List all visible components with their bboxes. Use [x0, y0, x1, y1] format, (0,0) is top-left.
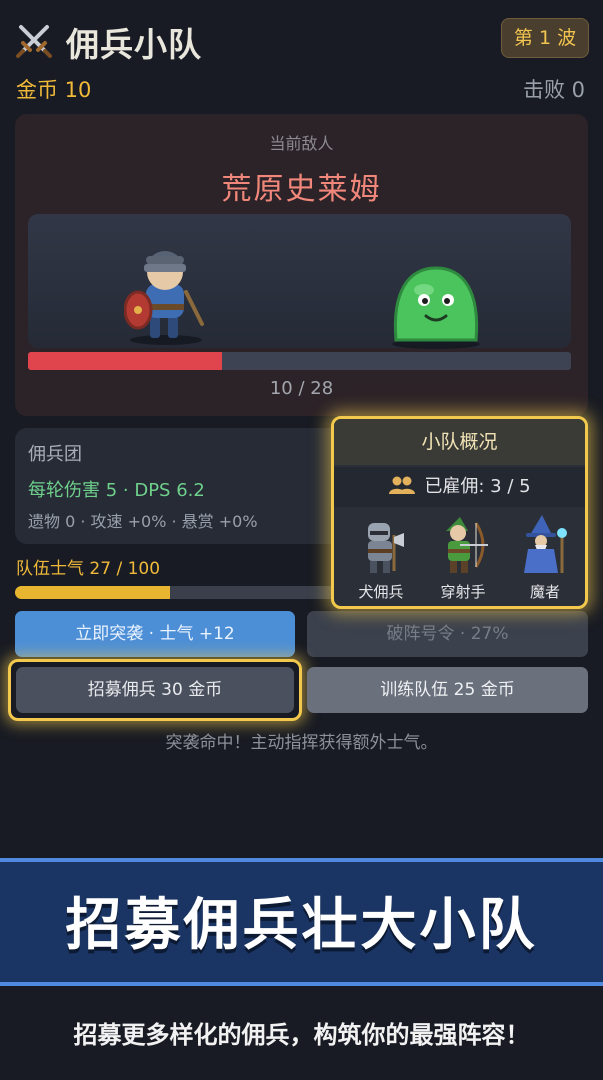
promo-banner-title: 招募佣兵壮大小队 [65, 893, 538, 958]
knight-sprite [124, 251, 204, 345]
train-button[interactable]: 训练队伍 25 金币 [307, 667, 588, 713]
enemy-hp-bar [28, 352, 571, 370]
mercenary-title: 佣兵团 [28, 444, 82, 465]
enemy-panel: 当前敌人 荒原史莱姆 10 / 28 [15, 114, 588, 416]
enemy-hp-fill [28, 352, 222, 370]
break-formation-button[interactable]: 破阵号令 · 27% [307, 611, 588, 657]
mercenary-modifiers: 遗物 0 · 攻速 +0% · 悬赏 +0% [28, 512, 258, 531]
mercenary-damage: 每轮伤害 5 · DPS 6.2 [28, 480, 205, 501]
squad-unit-knight[interactable]: 犬佣兵 [340, 515, 422, 605]
header: 佣兵小队 第 1 波 [14, 18, 589, 64]
gold-counter: 金币 10 [16, 78, 92, 102]
promo-banner: 招募佣兵壮大小队 [0, 858, 603, 986]
hint-text: 突袭命中！主动指挥获得额外士气。 [165, 733, 438, 753]
page-title: 佣兵小队 [66, 25, 202, 64]
squad-hired-count: 已雇佣: 3 / 5 [424, 476, 531, 497]
squad-unit-name: 犬佣兵 [358, 583, 404, 601]
crossed-swords-icon [16, 25, 52, 58]
enemy-name: 荒原史莱姆 [221, 172, 382, 207]
people-icon [389, 476, 416, 494]
recruit-button[interactable]: 招募佣兵 30 金币 [16, 667, 294, 713]
enemy-caption: 当前敌人 [269, 134, 334, 153]
squad-unit-archer[interactable]: 穿射手 [422, 515, 504, 605]
squad-unit-wizard[interactable]: 魔者 [504, 515, 586, 605]
kills-counter: 击败 0 [522, 78, 585, 102]
squad-hired-row: 已雇佣: 3 / 5 [334, 467, 585, 507]
raid-button[interactable]: 立即突袭 · 士气 +12 [15, 611, 295, 657]
battle-arena[interactable] [28, 214, 571, 349]
squad-overview-popup: 小队概况 已雇佣: 3 / 5 犬佣兵 穿射手 魔者 [331, 416, 588, 609]
squad-unit-name: 魔者 [529, 583, 560, 601]
slime-sprite [392, 266, 480, 349]
promo-subtitle: 招募更多样化的佣兵，构筑你的最强阵容！ [73, 1021, 530, 1049]
archer-icon [446, 517, 488, 573]
enemy-hp-text: 10 / 28 [269, 378, 334, 399]
wave-badge: 第 1 波 [501, 18, 589, 58]
wizard-icon [524, 515, 567, 573]
squad-unit-name: 穿射手 [440, 583, 486, 601]
squad-title: 小队概况 [334, 419, 585, 465]
morale-label: 队伍士气 27 / 100 [16, 559, 161, 579]
knight-icon [368, 523, 404, 573]
morale-fill [15, 586, 170, 599]
